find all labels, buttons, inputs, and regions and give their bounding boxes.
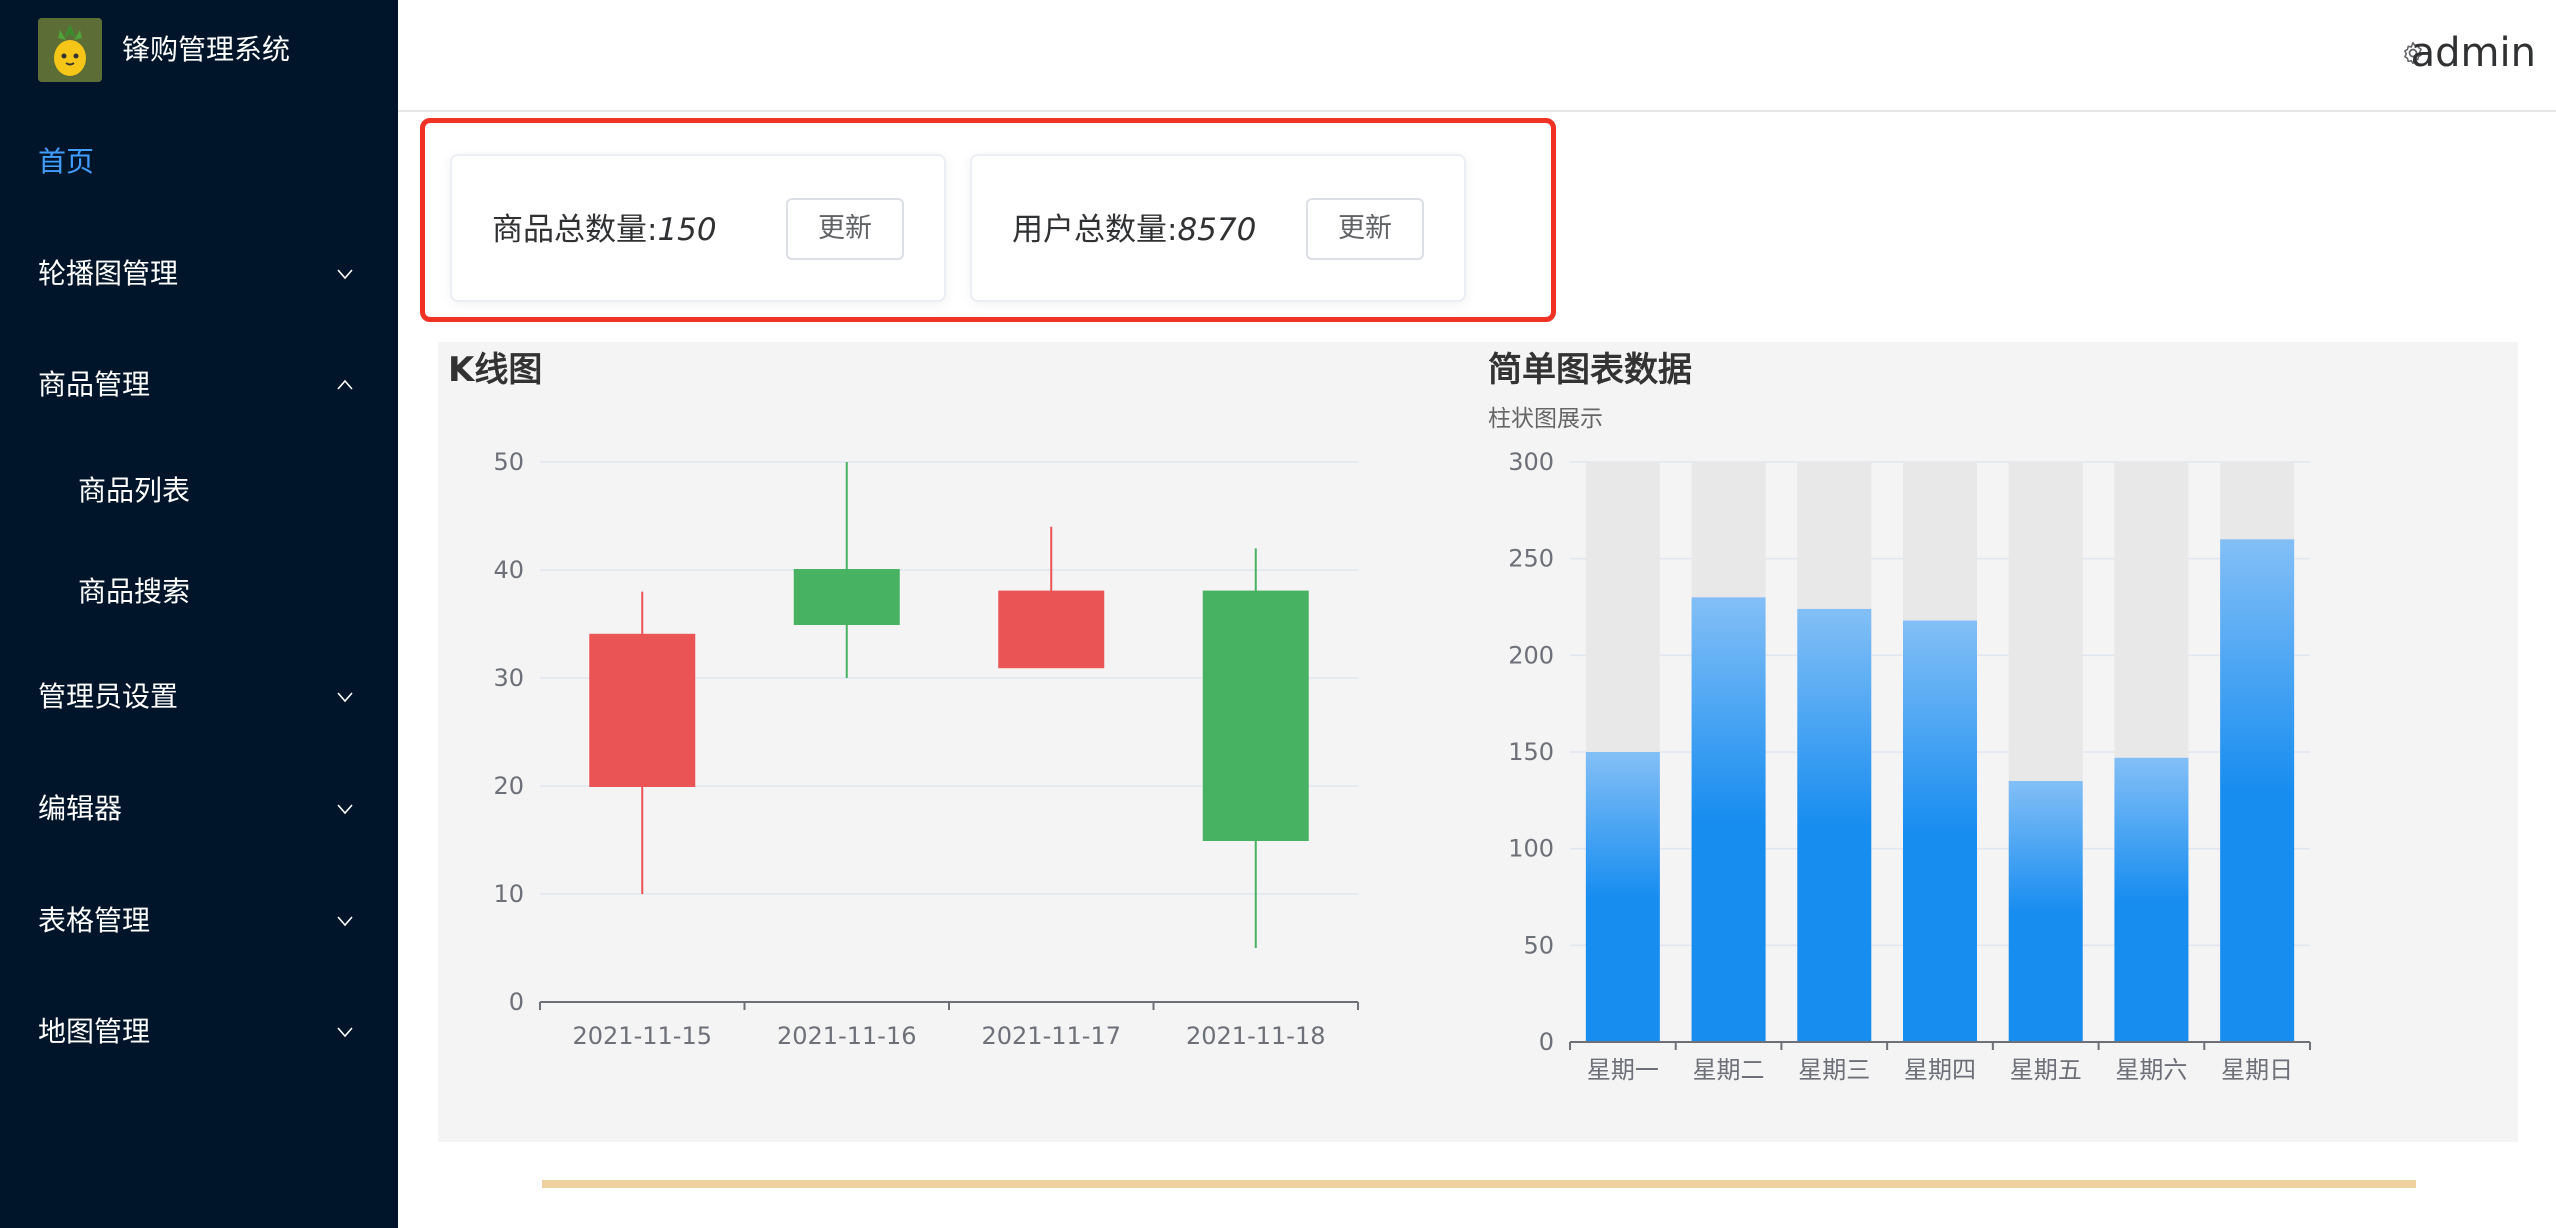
bar bbox=[2114, 757, 2189, 1042]
sidebar-item-3[interactable]: 商品列表 bbox=[0, 451, 398, 531]
y-tick-label: 50 bbox=[493, 448, 524, 476]
y-tick-label: 250 bbox=[1508, 545, 1554, 573]
y-tick-label: 0 bbox=[509, 988, 524, 1016]
y-tick-label: 100 bbox=[1508, 835, 1554, 863]
candle-body bbox=[1202, 590, 1309, 841]
sidebar-item-label: 首页 bbox=[38, 145, 95, 178]
x-tick-label: 2021-11-15 bbox=[573, 1022, 712, 1050]
sidebar-item-label: 商品管理 bbox=[38, 368, 151, 401]
sidebar-item-label: 商品列表 bbox=[78, 474, 191, 507]
x-tick-label: 2021-11-16 bbox=[777, 1022, 916, 1050]
x-tick-label: 星期五 bbox=[2010, 1056, 2082, 1084]
chevron-up-icon bbox=[336, 376, 354, 394]
sidebar-item-1[interactable]: 轮播图管理 bbox=[0, 234, 398, 314]
sidebar-item-8[interactable]: 地图管理 bbox=[0, 992, 398, 1072]
sidebar-item-label: 管理员设置 bbox=[38, 680, 179, 713]
x-tick-label: 星期六 bbox=[2115, 1056, 2187, 1084]
product-count-label: 商品总数量:150 bbox=[492, 212, 717, 248]
sidebar-item-label: 编辑器 bbox=[38, 792, 123, 825]
sidebar-item-label: 地图管理 bbox=[38, 1015, 151, 1048]
sidebar-item-label: 轮播图管理 bbox=[38, 257, 179, 290]
update-user-count-button[interactable]: 更新 bbox=[1306, 198, 1424, 260]
candle-body bbox=[589, 633, 696, 787]
bar-chart[interactable]: 0 50 100 150 200 250 300 星期一 星期二 星期三 星期四 星期五 星期六 星期日 bbox=[1488, 420, 2348, 1100]
x-tick-label: 星期三 bbox=[1798, 1056, 1870, 1084]
top-header: admin bbox=[398, 0, 2556, 112]
y-tick-label: 50 bbox=[1523, 931, 1554, 959]
user-count-card: 用户总数量:8570 更新 bbox=[970, 154, 1466, 302]
pineapple-logo-icon bbox=[38, 18, 102, 82]
sidebar-item-0[interactable]: 首页 bbox=[0, 122, 398, 202]
sidebar-item-4[interactable]: 商品搜索 bbox=[0, 552, 398, 632]
sidebar: 锋购管理系统 首页轮播图管理商品管理商品列表商品搜索管理员设置编辑器表格管理地图… bbox=[0, 0, 398, 1228]
x-tick-label: 2021-11-18 bbox=[1186, 1022, 1325, 1050]
y-tick-label: 10 bbox=[493, 880, 524, 908]
update-product-count-button[interactable]: 更新 bbox=[786, 198, 904, 260]
sidebar-item-7[interactable]: 表格管理 bbox=[0, 881, 398, 961]
bar bbox=[2220, 539, 2295, 1042]
y-tick-label: 300 bbox=[1508, 448, 1554, 476]
sidebar-item-label: 表格管理 bbox=[38, 904, 151, 937]
bar bbox=[1585, 752, 1660, 1042]
bar bbox=[1691, 597, 1766, 1042]
bar bbox=[1797, 608, 1872, 1042]
candle-body bbox=[793, 569, 900, 625]
x-tick-label: 星期二 bbox=[1693, 1056, 1765, 1084]
y-tick-label: 0 bbox=[1539, 1028, 1554, 1056]
bar-chart-title: 简单图表数据 bbox=[1488, 350, 1692, 390]
bottom-progress-bar bbox=[542, 1180, 2416, 1188]
product-count-card: 商品总数量:150 更新 bbox=[450, 154, 946, 302]
sidebar-item-6[interactable]: 编辑器 bbox=[0, 769, 398, 849]
product-count-value: 150 bbox=[657, 212, 717, 248]
sidebar-item-5[interactable]: 管理员设置 bbox=[0, 657, 398, 737]
bar bbox=[1903, 620, 1977, 1042]
user-count-label: 用户总数量:8570 bbox=[1012, 212, 1257, 248]
user-name[interactable]: admin bbox=[2411, 28, 2536, 78]
user-count-value: 8570 bbox=[1177, 212, 1257, 248]
chevron-down-icon bbox=[336, 912, 354, 930]
y-tick-label: 30 bbox=[493, 664, 524, 692]
chevron-down-icon bbox=[336, 688, 354, 706]
bar bbox=[2008, 781, 2083, 1042]
y-tick-label: 150 bbox=[1508, 738, 1554, 766]
chevron-down-icon bbox=[336, 265, 354, 283]
y-tick-label: 20 bbox=[493, 772, 524, 800]
x-tick-label: 星期四 bbox=[1904, 1056, 1976, 1084]
y-tick-label: 200 bbox=[1508, 641, 1554, 669]
sidebar-item-label: 商品搜索 bbox=[78, 575, 191, 608]
x-tick-label: 星期一 bbox=[1587, 1056, 1659, 1084]
chevron-down-icon bbox=[336, 1023, 354, 1041]
app-title: 锋购管理系统 bbox=[122, 33, 291, 66]
kline-chart-title: K线图 bbox=[448, 350, 543, 390]
chevron-down-icon bbox=[336, 800, 354, 818]
x-tick-label: 星期日 bbox=[2221, 1056, 2293, 1084]
kline-chart[interactable]: 0 10 20 30 40 50 2021-11-15 2021-11-16 2021-11-1… bbox=[438, 420, 1398, 1080]
y-tick-label: 40 bbox=[493, 556, 524, 584]
x-tick-label: 2021-11-17 bbox=[982, 1022, 1121, 1050]
candle-body bbox=[998, 590, 1105, 669]
sidebar-item-2[interactable]: 商品管理 bbox=[0, 345, 398, 425]
